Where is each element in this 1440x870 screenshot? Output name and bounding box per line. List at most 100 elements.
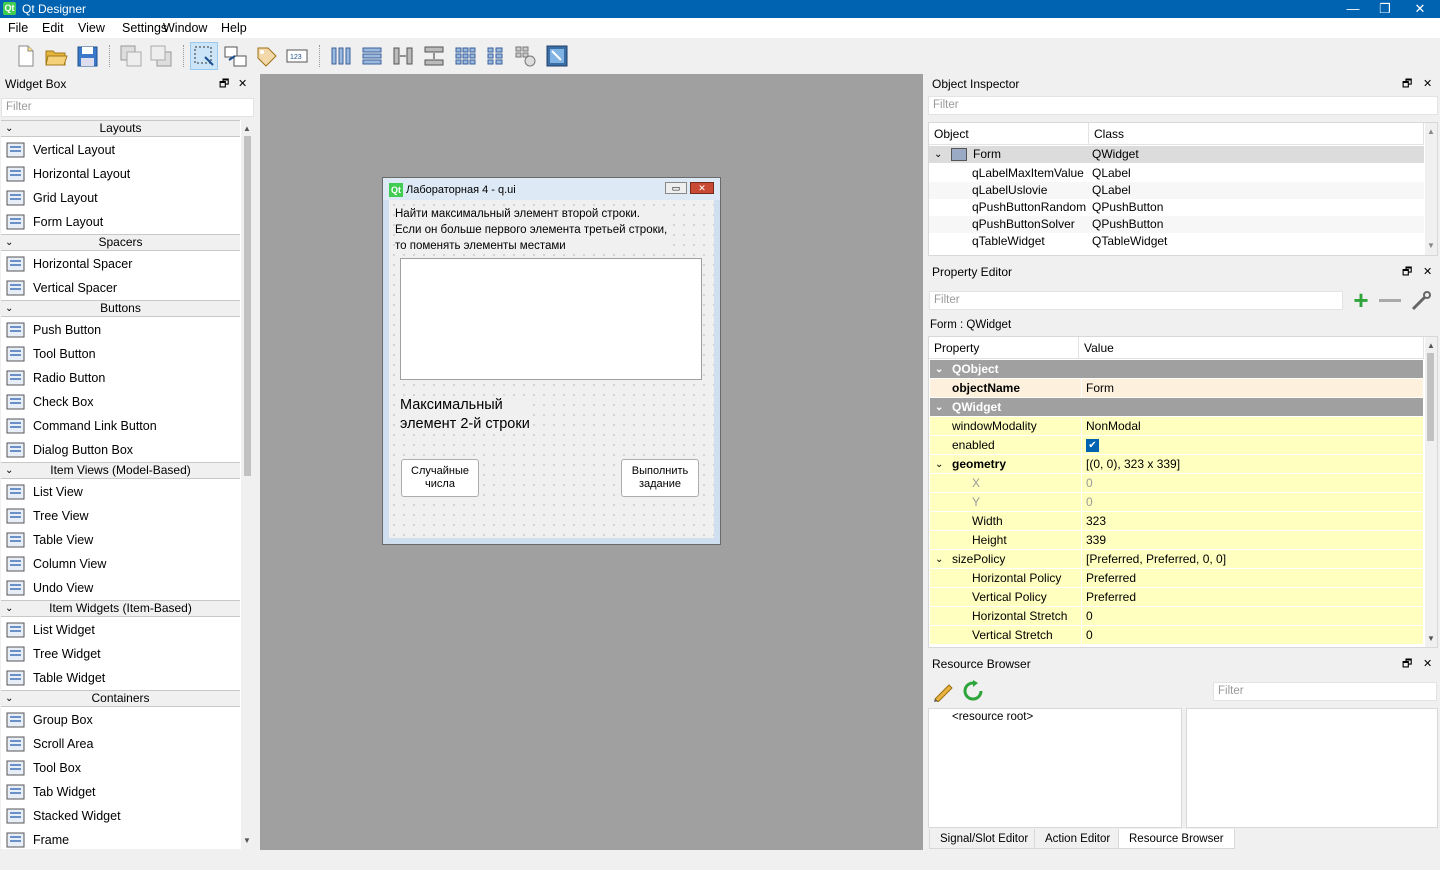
menu-edit[interactable]: Edit xyxy=(42,21,64,35)
menu-view[interactable]: Settings xyxy=(122,21,167,35)
widget-item-tool-button[interactable]: Tool Button xyxy=(1,342,240,366)
table-widget[interactable] xyxy=(400,258,702,380)
widget-item-dialog-button-box[interactable]: Dialog Button Box xyxy=(1,438,240,462)
property-value[interactable]: NonModal xyxy=(1081,417,1423,436)
category-item-views-model-based[interactable]: ⌄ Item Views (Model-Based) xyxy=(1,462,240,479)
edit-signals-slots-icon[interactable] xyxy=(221,42,249,70)
object-column-header[interactable]: Object xyxy=(929,123,1089,145)
widget-item-tool-box[interactable]: Tool Box xyxy=(1,756,240,780)
property-row-horizontal-policy[interactable]: Horizontal Policy Preferred xyxy=(930,569,1423,588)
widget-item-radio-button[interactable]: Radio Button xyxy=(1,366,240,390)
float-icon[interactable]: 🗗 xyxy=(1402,74,1412,94)
category-buttons[interactable]: ⌄ Buttons xyxy=(1,300,240,317)
new-file-icon[interactable] xyxy=(11,42,39,70)
widget-item-push-button[interactable]: Push Button xyxy=(1,318,240,342)
collapse-arrow-icon[interactable]: ⌄ xyxy=(5,235,13,250)
resource-filter-input[interactable]: Filter xyxy=(1213,682,1437,701)
maximize-button[interactable]: ❐ xyxy=(1368,0,1402,18)
expand-arrow-icon[interactable]: ⌄ xyxy=(935,455,943,474)
property-value[interactable]: Preferred xyxy=(1081,588,1423,607)
scroll-up-icon[interactable]: ▲ xyxy=(243,124,251,133)
layout-grid-icon[interactable] xyxy=(451,42,479,70)
object-row-form[interactable]: ⌄ Form QWidget xyxy=(929,146,1424,163)
category-spacers[interactable]: ⌄ Spacers xyxy=(1,234,240,251)
form-close-button[interactable]: ✕ xyxy=(690,182,714,194)
collapse-arrow-icon[interactable]: ⌄ xyxy=(5,601,13,616)
layout-form-icon[interactable] xyxy=(482,42,510,70)
property-value[interactable]: 0 xyxy=(1081,626,1423,645)
widget-item-horizontal-layout[interactable]: Horizontal Layout xyxy=(1,162,240,186)
property-row-windowmodality[interactable]: windowModality NonModal xyxy=(930,417,1423,436)
menu-settings[interactable]: Window xyxy=(163,21,207,35)
object-row-qlabelmaxitemvalue[interactable]: qLabelMaxItemValue QLabel xyxy=(929,165,1424,182)
widget-item-table-view[interactable]: Table View xyxy=(1,528,240,552)
category-layouts[interactable]: ⌄ Layouts xyxy=(1,120,240,137)
widget-item-vertical-spacer[interactable]: Vertical Spacer xyxy=(1,276,240,300)
property-editor-scrollbar[interactable]: ▲ ▼ xyxy=(1425,337,1437,647)
widget-item-tab-widget[interactable]: Tab Widget xyxy=(1,780,240,804)
object-row-qtablewidget[interactable]: qTableWidget QTableWidget xyxy=(929,233,1424,250)
minimize-button[interactable]: — xyxy=(1336,0,1370,18)
edit-resources-pencil-icon[interactable] xyxy=(932,680,954,703)
send-to-back-icon[interactable] xyxy=(117,42,145,70)
property-row-geometry[interactable]: ⌄ geometry [(0, 0), 323 x 339] xyxy=(930,455,1423,474)
category-item-widgets-item-based[interactable]: ⌄ Item Widgets (Item-Based) xyxy=(1,600,240,617)
break-layout-icon[interactable] xyxy=(512,42,540,70)
property-row-vertical-policy[interactable]: Vertical Policy Preferred xyxy=(930,588,1423,607)
property-row-sizepolicy[interactable]: ⌄ sizePolicy [Preferred, Preferred, 0, 0] xyxy=(930,550,1423,569)
object-row-qpushbuttonrandom[interactable]: qPushButtonRandom QPushButton xyxy=(929,199,1424,216)
object-inspector-filter-input[interactable]: Filter xyxy=(928,96,1438,115)
widget-item-table-widget[interactable]: Table Widget xyxy=(1,666,240,690)
widget-item-form-layout[interactable]: Form Layout xyxy=(1,210,240,234)
widget-item-list-widget[interactable]: List Widget xyxy=(1,618,240,642)
widget-item-list-view[interactable]: List View xyxy=(1,480,240,504)
scroll-up-icon[interactable]: ▲ xyxy=(1427,127,1435,136)
widget-item-vertical-layout[interactable]: Vertical Layout xyxy=(1,138,240,162)
property-row-x[interactable]: X0 xyxy=(930,474,1423,493)
expand-arrow-icon[interactable]: ⌄ xyxy=(935,360,943,379)
add-property-icon[interactable]: + xyxy=(1348,287,1374,314)
edit-tab-order-icon[interactable]: 123 xyxy=(283,42,311,70)
widget-item-column-view[interactable]: Column View xyxy=(1,552,240,576)
property-value[interactable]: [Preferred, Preferred, 0, 0] xyxy=(1081,550,1423,569)
property-value[interactable]: 323 xyxy=(1081,512,1423,531)
widget-item-group-box[interactable]: Group Box xyxy=(1,708,240,732)
scroll-up-icon[interactable]: ▲ xyxy=(1427,341,1435,350)
layout-horizontal-icon[interactable] xyxy=(327,42,355,70)
property-row-horizontal-stretch[interactable]: Horizontal Stretch 0 xyxy=(930,607,1423,626)
adjust-size-icon[interactable] xyxy=(543,42,571,70)
close-icon[interactable]: ✕ xyxy=(1423,74,1432,94)
condition-label[interactable]: Найти максимальный элемент второй строки… xyxy=(395,206,668,254)
close-button[interactable]: ✕ xyxy=(1403,0,1437,18)
scroll-thumb[interactable] xyxy=(244,136,251,476)
scroll-thumb[interactable] xyxy=(1427,353,1434,441)
property-value[interactable]: Preferred xyxy=(1081,569,1423,588)
widget-item-tree-widget[interactable]: Tree Widget xyxy=(1,642,240,666)
widget-item-command-link-button[interactable]: Command Link Button xyxy=(1,414,240,438)
property-row-enabled[interactable]: enabled ✔ xyxy=(930,436,1423,455)
expand-arrow-icon[interactable]: ⌄ xyxy=(934,146,942,163)
menu-form[interactable]: View xyxy=(78,21,105,35)
property-value[interactable]: ✔ xyxy=(1081,436,1423,455)
widget-box-scrollbar[interactable]: ▲ ▼ xyxy=(241,120,254,849)
designer-form-window[interactable]: Qt Лабораторная 4 - q.ui ▭ ✕ Найти макси… xyxy=(382,177,721,545)
resource-root-item[interactable]: <resource root> xyxy=(952,711,1033,723)
close-icon[interactable]: ✕ xyxy=(1423,262,1432,282)
widget-item-undo-view[interactable]: Undo View xyxy=(1,576,240,600)
widget-item-scroll-area[interactable]: Scroll Area xyxy=(1,732,240,756)
expand-arrow-icon[interactable]: ⌄ xyxy=(935,550,943,569)
tab-signal-slot-editor[interactable]: Signal/Slot Editor xyxy=(929,829,1040,849)
category-containers[interactable]: ⌄ Containers xyxy=(1,690,240,707)
edit-buddies-icon[interactable] xyxy=(252,42,280,70)
resource-file-list[interactable] xyxy=(1186,708,1438,828)
save-icon[interactable] xyxy=(73,42,101,70)
float-icon[interactable]: 🗗 xyxy=(219,74,229,94)
enabled-checkbox[interactable]: ✔ xyxy=(1086,439,1099,452)
resource-tree[interactable]: <resource root> xyxy=(928,708,1182,828)
widget-box-filter-input[interactable]: Filter xyxy=(1,98,254,117)
property-row-qobject[interactable]: ⌄ QObject xyxy=(930,360,1423,379)
widget-item-grid-layout[interactable]: Grid Layout xyxy=(1,186,240,210)
class-column-header[interactable]: Class xyxy=(1089,123,1424,145)
layout-horizontal-splitter-icon[interactable] xyxy=(389,42,417,70)
property-value[interactable]: Form xyxy=(1081,379,1423,398)
